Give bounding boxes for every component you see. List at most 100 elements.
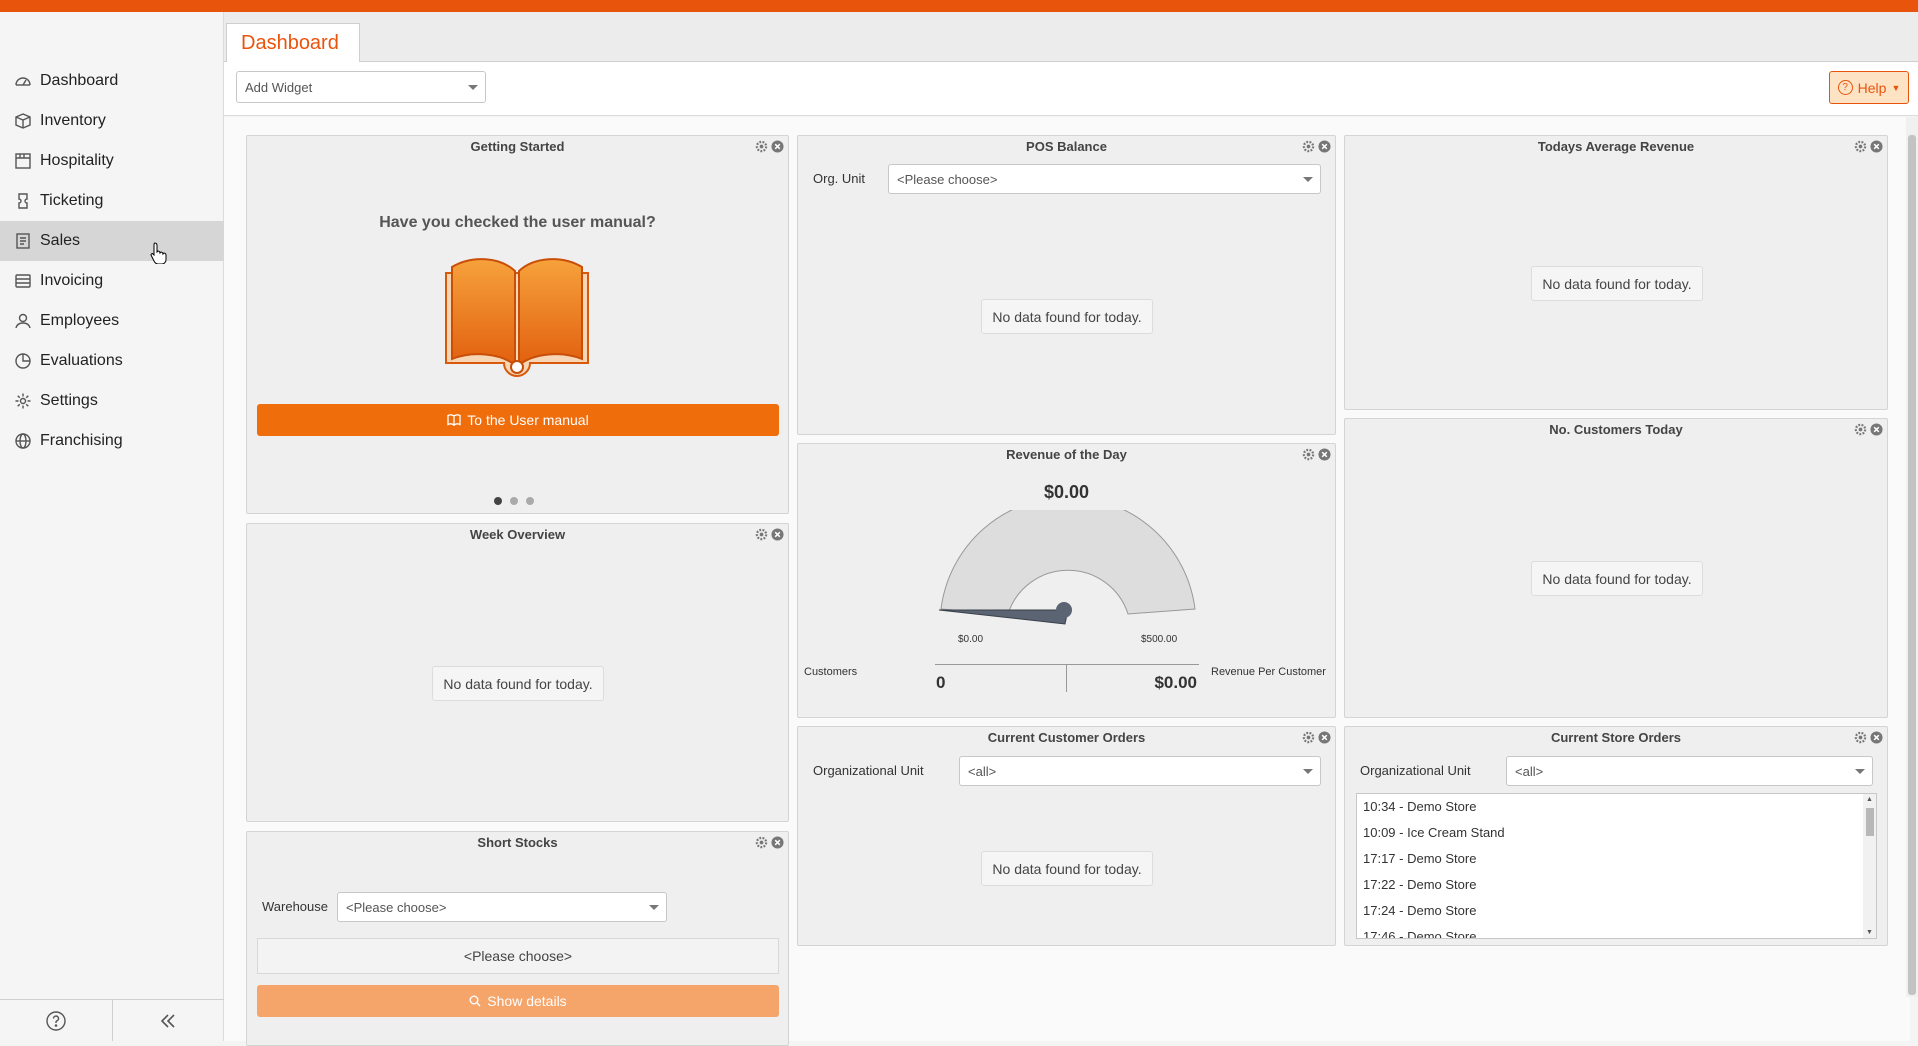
widget-short-stocks: Short Stocks Warehouse <Please choose> <…: [246, 831, 789, 1046]
person-icon: [13, 311, 33, 331]
collapse-sidebar-button[interactable]: [113, 1000, 225, 1041]
sidebar-item-label: Ticketing: [40, 192, 104, 209]
widget-close-icon[interactable]: [1869, 730, 1883, 744]
select-value: <all>: [968, 763, 997, 779]
select-value: <all>: [1515, 763, 1544, 779]
no-data-message: No data found for today.: [1531, 266, 1703, 301]
show-details-button[interactable]: Show details: [257, 985, 779, 1017]
double-chevron-left-icon: [161, 1013, 175, 1028]
select-value: <Please choose>: [346, 899, 447, 915]
org-unit-select[interactable]: <all>: [1506, 756, 1873, 786]
user-manual-heading: Have you checked the user manual?: [379, 214, 656, 231]
help-circle-button[interactable]: [0, 1000, 113, 1041]
question-circle-icon: [46, 1010, 66, 1031]
warehouse-select[interactable]: <Please choose>: [337, 892, 667, 922]
sidebar-item-settings[interactable]: Settings: [0, 381, 224, 421]
widget-customer-orders: Current Customer Orders Organizational U…: [797, 726, 1336, 946]
store-orders-list[interactable]: 10:34 - Demo Store 10:09 - Ice Cream Sta…: [1356, 793, 1877, 939]
widget-settings-icon[interactable]: [754, 527, 768, 541]
open-book-icon: [445, 258, 589, 377]
no-data-message: No data found for today.: [432, 666, 604, 701]
sidebar-item-inventory[interactable]: Inventory: [0, 101, 224, 141]
widget-close-icon[interactable]: [770, 139, 784, 153]
list-scrollbar-thumb[interactable]: [1866, 808, 1874, 836]
widget-settings-icon[interactable]: [1301, 730, 1315, 744]
widget-close-icon[interactable]: [1317, 730, 1331, 744]
main-scrollbar[interactable]: [1906, 117, 1918, 997]
org-unit-label: Organizational Unit: [813, 763, 924, 778]
no-data-message: No data found for today.: [981, 299, 1153, 334]
list-item[interactable]: 10:09 - Ice Cream Stand: [1357, 820, 1876, 846]
sidebar-item-hospitality[interactable]: Hospitality: [0, 141, 224, 181]
select-value: <Please choose>: [897, 171, 998, 187]
gear-icon: [13, 391, 33, 411]
widget-customers-today: No. Customers Today No data found for to…: [1344, 418, 1888, 718]
user-manual-button[interactable]: To the User manual: [257, 404, 779, 436]
widget-settings-icon[interactable]: [1301, 447, 1315, 461]
invoice-icon: [13, 271, 33, 291]
sidebar-item-ticketing[interactable]: Ticketing: [0, 181, 224, 221]
widget-average-revenue: Todays Average Revenue No data found for…: [1344, 135, 1888, 410]
widget-settings-icon[interactable]: [1853, 730, 1867, 744]
help-label: Help: [1857, 79, 1887, 96]
carousel-dot[interactable]: [510, 497, 518, 505]
tab-dashboard[interactable]: Dashboard: [226, 23, 360, 62]
org-unit-select[interactable]: <Please choose>: [888, 164, 1321, 194]
sidebar-item-sales[interactable]: Sales: [0, 221, 224, 261]
revenue-per-customer-value: $0.00: [1154, 673, 1197, 692]
widget-close-icon[interactable]: [1317, 447, 1331, 461]
add-widget-select[interactable]: Add Widget: [236, 71, 486, 103]
customers-label: Customers: [804, 666, 858, 678]
carousel-dot[interactable]: [526, 497, 534, 505]
sidebar-item-label: Dashboard: [40, 72, 119, 89]
sidebar: Dashboard Inventory Hospitality Ticketin…: [0, 12, 224, 1041]
sidebar-item-label: Employees: [40, 312, 120, 329]
sidebar-item-dashboard[interactable]: Dashboard: [0, 61, 224, 101]
widget-title: Getting Started: [470, 139, 565, 154]
carousel-dot[interactable]: [494, 497, 502, 505]
sidebar-item-label: Inventory: [40, 112, 106, 129]
widget-close-icon[interactable]: [770, 527, 784, 541]
widget-title: Current Store Orders: [1550, 730, 1682, 745]
widget-close-icon[interactable]: [770, 835, 784, 849]
sidebar-item-invoicing[interactable]: Invoicing: [0, 261, 224, 301]
help-button[interactable]: ? Help ▼: [1829, 71, 1909, 104]
book-icon: [447, 414, 461, 426]
revenue-value: $0.00: [1043, 482, 1090, 502]
revenue-per-customer-label: Revenue Per Customer: [1211, 666, 1326, 678]
revenue-gauge: [938, 510, 1196, 625]
top-brand-bar: [0, 0, 1918, 12]
widget-title: Week Overview: [469, 527, 566, 542]
widget-close-icon[interactable]: [1869, 422, 1883, 436]
widget-settings-icon[interactable]: [754, 835, 768, 849]
widget-close-icon[interactable]: [1317, 139, 1331, 153]
list-item[interactable]: 17:46 - Demo Store: [1357, 924, 1876, 938]
sidebar-item-employees[interactable]: Employees: [0, 301, 224, 341]
gauge-needle: [938, 609, 1069, 625]
sidebar-item-franchising[interactable]: Franchising: [0, 421, 224, 461]
list-item[interactable]: 17:22 - Demo Store: [1357, 872, 1876, 898]
pie-chart-icon: [13, 351, 33, 371]
scrollbar-thumb[interactable]: [1908, 135, 1916, 995]
globe-icon: [13, 431, 33, 451]
list-item[interactable]: 17:17 - Demo Store: [1357, 846, 1876, 872]
widget-settings-icon[interactable]: [1853, 422, 1867, 436]
widget-title: Todays Average Revenue: [1537, 139, 1695, 154]
widget-close-icon[interactable]: [1869, 139, 1883, 153]
list-item[interactable]: 17:24 - Demo Store: [1357, 898, 1876, 924]
ticket-icon: [13, 191, 33, 211]
list-scrollbar[interactable]: ▲ ▼: [1863, 794, 1876, 938]
widget-settings-icon[interactable]: [754, 139, 768, 153]
list-item[interactable]: 10:34 - Demo Store: [1357, 794, 1876, 820]
widget-settings-icon[interactable]: [1853, 139, 1867, 153]
widget-pos-balance: POS Balance Org. Unit <Please choose> No…: [797, 135, 1336, 435]
mouse-cursor-icon: [150, 242, 167, 264]
box-icon: [13, 111, 33, 131]
org-unit-label: Organizational Unit: [1360, 763, 1471, 778]
user-manual-button-label: To the User manual: [467, 412, 589, 428]
widget-week-overview: Week Overview No data found for today.: [246, 523, 789, 822]
sidebar-item-evaluations[interactable]: Evaluations: [0, 341, 224, 381]
org-unit-select[interactable]: <all>: [959, 756, 1321, 786]
sidebar-item-label: Sales: [40, 232, 81, 249]
widget-settings-icon[interactable]: [1301, 139, 1315, 153]
